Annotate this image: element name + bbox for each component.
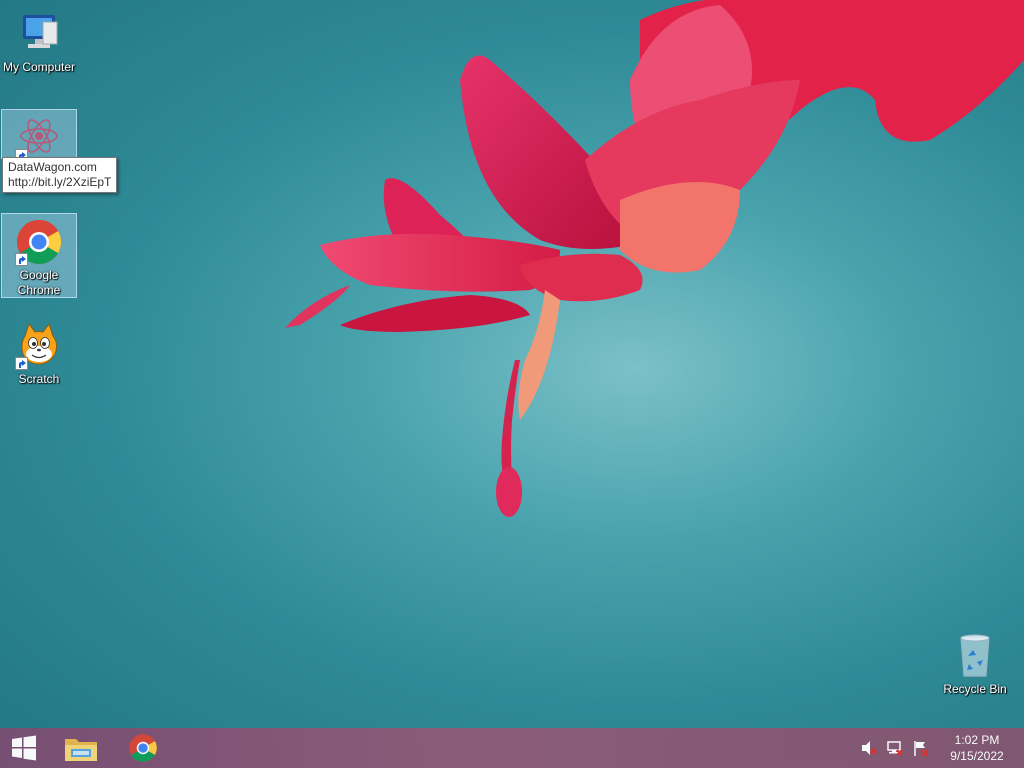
desktop-icon-my-computer[interactable]: My Computer bbox=[1, 6, 77, 75]
computer-icon bbox=[15, 10, 63, 58]
action-center-flag-icon[interactable] bbox=[912, 739, 930, 757]
taskbar-clock[interactable]: 1:02 PM 9/15/2022 bbox=[938, 732, 1016, 764]
taskbar-file-explorer[interactable] bbox=[56, 728, 106, 768]
scratch-cat-icon bbox=[15, 322, 63, 370]
recycle-bin-icon bbox=[951, 632, 999, 680]
desktop-icon-label: Google Chrome bbox=[17, 268, 61, 297]
chrome-icon bbox=[129, 734, 157, 762]
desktop-icon-recycle-bin[interactable]: Recycle Bin bbox=[937, 628, 1013, 697]
desktop[interactable]: My Computer DataWagon.com http://bit.ly/… bbox=[0, 0, 1024, 728]
desktop-icon-label: Recycle Bin bbox=[943, 682, 1007, 696]
desktop-icon-google-chrome[interactable]: Google Chrome bbox=[1, 213, 77, 298]
file-explorer-icon bbox=[65, 739, 97, 761]
datawagon-atom-icon bbox=[15, 114, 63, 162]
desktop-icon-label: My Computer bbox=[2, 60, 76, 74]
desktop-icon-datawagon[interactable] bbox=[1, 109, 77, 162]
taskbar-chrome[interactable] bbox=[118, 728, 168, 768]
tooltip-line-1: DataWagon.com bbox=[8, 160, 97, 174]
network-icon[interactable] bbox=[886, 739, 904, 757]
start-button[interactable] bbox=[0, 728, 48, 768]
shortcut-arrow-icon bbox=[15, 253, 28, 266]
windows-logo-icon bbox=[12, 735, 36, 761]
shortcut-arrow-icon bbox=[15, 357, 28, 370]
desktop-icon-scratch[interactable]: Scratch bbox=[1, 318, 77, 387]
tooltip: DataWagon.com http://bit.ly/2XziEpT bbox=[2, 157, 118, 193]
chrome-icon bbox=[15, 218, 63, 266]
volume-muted-icon[interactable] bbox=[860, 739, 878, 757]
clock-time: 1:02 PM bbox=[954, 733, 1000, 747]
clock-date: 9/15/2022 bbox=[950, 749, 1004, 763]
desktop-icon-label: Scratch bbox=[18, 372, 60, 386]
system-tray: 1:02 PM 9/15/2022 bbox=[860, 728, 1024, 768]
wallpaper-flower bbox=[285, 0, 1024, 517]
taskbar: 1:02 PM 9/15/2022 bbox=[0, 728, 1024, 768]
tooltip-line-2: http://bit.ly/2XziEpT bbox=[8, 175, 112, 189]
